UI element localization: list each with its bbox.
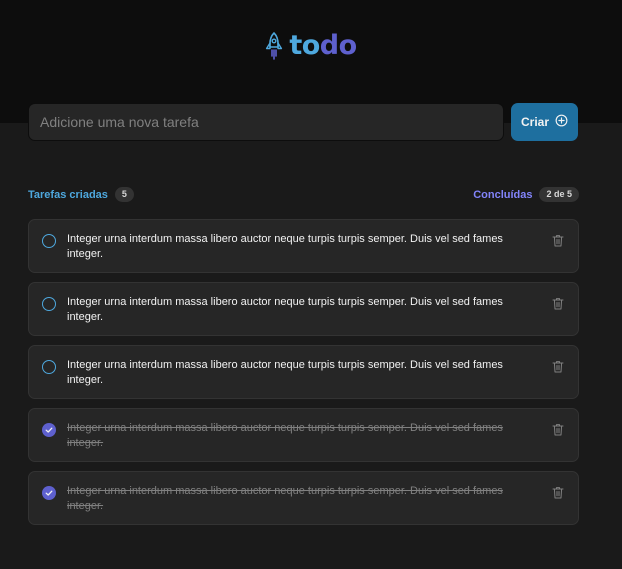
task-item: Integer urna interdum massa libero aucto…: [28, 408, 579, 462]
task-text: Integer urna interdum massa libero aucto…: [67, 359, 503, 386]
task-list: Integer urna interdum massa libero aucto…: [28, 219, 579, 534]
task-text: Integer urna interdum massa libero aucto…: [67, 422, 503, 449]
create-button[interactable]: Criar: [511, 103, 578, 141]
logo-text-do: do: [319, 30, 357, 61]
logo: todo: [0, 31, 622, 61]
created-label: Tarefas criadas: [28, 188, 108, 201]
done-label: Concluídas: [473, 188, 533, 201]
task-checkbox-checked[interactable]: [42, 486, 56, 500]
trash-icon[interactable]: [552, 297, 564, 310]
task-item: Integer urna interdum massa libero aucto…: [28, 345, 579, 399]
task-item: Integer urna interdum massa libero aucto…: [28, 471, 579, 525]
created-count-badge: 5: [114, 187, 134, 202]
task-counters: Tarefas criadas 5 Concluídas 2 de 5: [28, 187, 579, 202]
new-task-form: Criar: [28, 103, 578, 141]
trash-icon[interactable]: [552, 486, 564, 499]
task-text: Integer urna interdum massa libero aucto…: [67, 233, 503, 260]
task-checkbox[interactable]: [42, 360, 56, 374]
task-text: Integer urna interdum massa libero aucto…: [67, 296, 503, 323]
task-checkbox[interactable]: [42, 297, 56, 311]
done-counter: Concluídas 2 de 5: [473, 187, 579, 202]
task-item: Integer urna interdum massa libero aucto…: [28, 282, 579, 336]
rocket-icon: [265, 32, 283, 60]
task-checkbox-checked[interactable]: [42, 423, 56, 437]
logo-text-to: to: [289, 30, 320, 61]
task-checkbox[interactable]: [42, 234, 56, 248]
task-text: Integer urna interdum massa libero aucto…: [67, 485, 503, 512]
plus-circle-icon: [555, 114, 568, 130]
new-task-input[interactable]: [28, 103, 504, 141]
done-count-badge: 2 de 5: [539, 187, 579, 202]
trash-icon[interactable]: [552, 234, 564, 247]
check-icon: [45, 490, 53, 496]
check-icon: [45, 427, 53, 433]
created-counter: Tarefas criadas 5: [28, 187, 134, 202]
trash-icon[interactable]: [552, 360, 564, 373]
logo-text: todo: [289, 30, 357, 61]
create-button-label: Criar: [520, 115, 549, 129]
task-item: Integer urna interdum massa libero aucto…: [28, 219, 579, 273]
trash-icon[interactable]: [552, 423, 564, 436]
